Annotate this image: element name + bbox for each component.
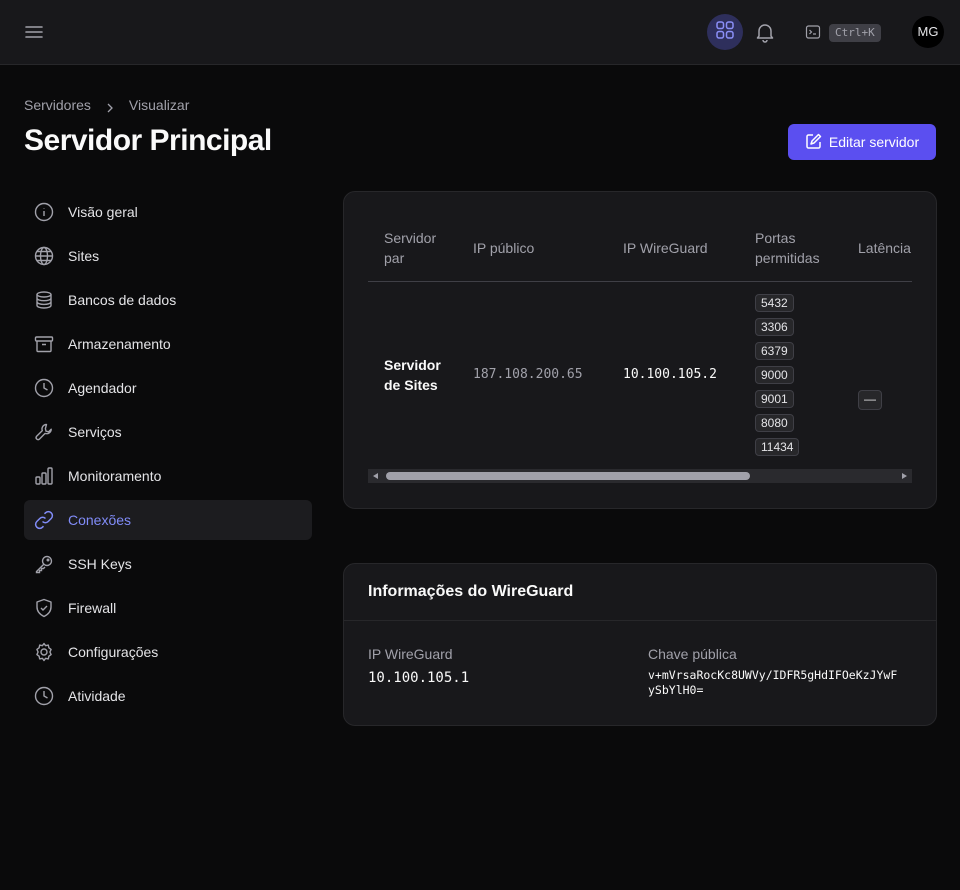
sidebar-nav: Visão geral Sites Bancos de dados Armaze… bbox=[24, 192, 312, 720]
sidebar-item-sites[interactable]: Sites bbox=[24, 236, 312, 276]
scroll-right-arrow-icon[interactable] bbox=[902, 473, 907, 479]
wireguard-ip-value: 10.100.105.1 bbox=[368, 670, 470, 686]
breadcrumb: Servidores Visualizar bbox=[24, 97, 189, 113]
wrench-icon bbox=[34, 422, 54, 442]
peer-wireguard-ip: 10.100.105.2 bbox=[623, 367, 717, 382]
column-header-peer-server: Servidor par bbox=[384, 230, 437, 266]
sidebar-item-databases[interactable]: Bancos de dados bbox=[24, 280, 312, 320]
top-bar: Ctrl+K MG bbox=[0, 0, 960, 65]
chevron-right-icon bbox=[105, 100, 115, 113]
sidebar-item-label: Monitoramento bbox=[68, 468, 162, 484]
sidebar-item-label: Firewall bbox=[68, 600, 117, 616]
port-badge: 3306 bbox=[755, 318, 794, 336]
sidebar-item-label: Atividade bbox=[68, 688, 126, 704]
gear-icon bbox=[34, 642, 54, 662]
edit-icon bbox=[805, 132, 823, 153]
port-badge: 9000 bbox=[755, 366, 794, 384]
hamburger-icon[interactable] bbox=[24, 22, 44, 42]
shortcut-badge[interactable]: Ctrl+K bbox=[829, 24, 881, 42]
horizontal-scrollbar[interactable] bbox=[368, 469, 912, 483]
sidebar-item-label: Agendador bbox=[68, 380, 137, 396]
avatar[interactable]: MG bbox=[912, 16, 944, 48]
card-divider bbox=[344, 620, 936, 621]
breadcrumb-servers[interactable]: Servidores bbox=[24, 97, 91, 113]
key-icon bbox=[34, 554, 54, 574]
sidebar-item-label: Bancos de dados bbox=[68, 292, 177, 308]
link-icon bbox=[34, 510, 54, 530]
sidebar-item-label: Serviços bbox=[68, 424, 122, 440]
shield-icon bbox=[34, 598, 54, 618]
breadcrumb-view: Visualizar bbox=[128, 97, 190, 113]
sidebar-item-ssh-keys[interactable]: SSH Keys bbox=[24, 544, 312, 584]
wireguard-card-title: Informações do WireGuard bbox=[368, 583, 574, 600]
sidebar-item-label: SSH Keys bbox=[68, 556, 132, 572]
scroll-left-arrow-icon[interactable] bbox=[373, 473, 378, 479]
bell-icon[interactable] bbox=[754, 21, 776, 43]
sidebar-item-label: Conexões bbox=[68, 512, 132, 528]
column-header-latency: Latência bbox=[858, 240, 911, 256]
sidebar-item-connections[interactable]: Conexões bbox=[24, 500, 312, 540]
peer-public-ip: 187.108.200.65 bbox=[473, 367, 583, 382]
clock-icon bbox=[34, 686, 54, 706]
archive-icon bbox=[34, 334, 54, 354]
port-badge: 6379 bbox=[755, 342, 794, 360]
column-header-wireguard-ip: IP WireGuard bbox=[623, 240, 708, 256]
scrollbar-thumb[interactable] bbox=[386, 472, 750, 480]
column-header-public-ip: IP público bbox=[473, 240, 535, 256]
column-header-allowed-ports: Portas permitidas bbox=[755, 230, 820, 266]
port-badge: 9001 bbox=[755, 390, 794, 408]
sidebar-item-label: Armazenamento bbox=[68, 336, 171, 352]
sidebar-item-label: Sites bbox=[68, 248, 100, 264]
bar-chart-icon bbox=[34, 466, 54, 486]
sidebar-item-overview[interactable]: Visão geral bbox=[24, 192, 312, 232]
port-badge: 8080 bbox=[755, 414, 794, 432]
page-title: Servidor Principal bbox=[24, 124, 272, 157]
grid-icon bbox=[715, 20, 735, 45]
terminal-icon[interactable] bbox=[805, 24, 821, 40]
peers-card: Servidor par IP público IP WireGuard Por… bbox=[343, 191, 937, 509]
sidebar-item-storage[interactable]: Armazenamento bbox=[24, 324, 312, 364]
edit-server-label: Editar servidor bbox=[828, 134, 920, 150]
database-icon bbox=[34, 290, 54, 310]
edit-server-button[interactable]: Editar servidor bbox=[788, 124, 936, 160]
port-badge: 5432 bbox=[755, 294, 794, 312]
wireguard-ip-label: IP WireGuard bbox=[368, 646, 453, 662]
sidebar-item-firewall[interactable]: Firewall bbox=[24, 588, 312, 628]
public-key-label: Chave pública bbox=[648, 646, 737, 662]
wireguard-info-card: Informações do WireGuard IP WireGuard 10… bbox=[343, 563, 937, 726]
public-key-value: v+mVrsaRocKc8UWVy/IDFR5gHdIFOeKzJYwF ySb… bbox=[648, 668, 897, 698]
public-key-line: v+mVrsaRocKc8UWVy/IDFR5gHdIFOeKzJYwF bbox=[648, 668, 898, 682]
sidebar-item-services[interactable]: Serviços bbox=[24, 412, 312, 452]
apps-button[interactable] bbox=[707, 14, 743, 50]
clock-icon bbox=[34, 378, 54, 398]
sidebar-item-scheduler[interactable]: Agendador bbox=[24, 368, 312, 408]
latency-badge: — bbox=[858, 390, 882, 410]
sidebar-item-settings[interactable]: Configurações bbox=[24, 632, 312, 672]
port-badge: 11434 bbox=[755, 438, 800, 456]
sidebar-item-monitoring[interactable]: Monitoramento bbox=[24, 456, 312, 496]
sidebar-item-activity[interactable]: Atividade bbox=[24, 676, 312, 716]
info-icon bbox=[34, 202, 54, 222]
table-header-divider bbox=[368, 281, 912, 282]
globe-icon bbox=[34, 246, 54, 266]
sidebar-item-label: Visão geral bbox=[68, 204, 138, 220]
peer-server-name: Servidor de Sites bbox=[384, 357, 441, 393]
peers-table: Servidor par IP público IP WireGuard Por… bbox=[368, 216, 912, 486]
sidebar-item-label: Configurações bbox=[68, 644, 159, 660]
public-key-line: ySbYlH0= bbox=[648, 683, 704, 697]
